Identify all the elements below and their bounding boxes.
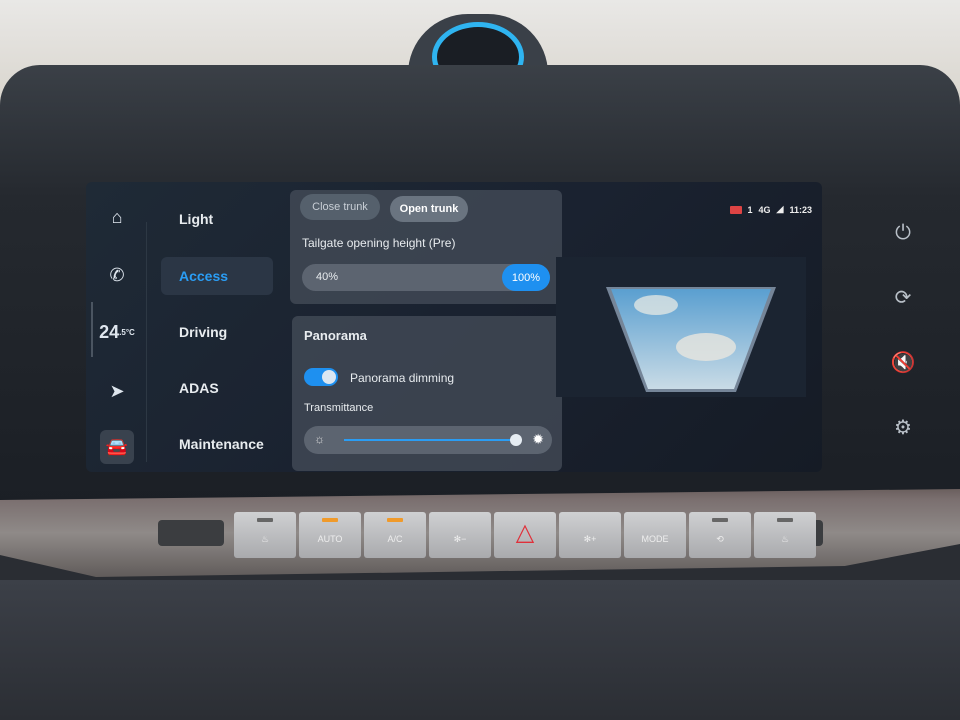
left-vent[interactable] [158,520,224,546]
navigation-icon[interactable]: ➤ [100,374,134,408]
divider [146,222,147,462]
menu-item-maintenance[interactable]: Maintenance [161,425,273,463]
temperature-decimal: .5 [119,327,126,337]
panoramic-roof-image [556,257,806,397]
mode-button[interactable]: MODE [624,512,686,558]
brightness-high-icon: ✹ [532,431,544,447]
slider-thumb[interactable] [510,434,522,446]
transmittance-slider[interactable]: ☼ ✹ [304,426,552,454]
signal-icon: ◢ [776,204,784,214]
gear-icon[interactable]: ⚙ [885,409,921,445]
menu-item-access[interactable]: Access [161,257,273,295]
temperature-value: 24 [99,321,120,342]
menu-item-driving[interactable]: Driving [161,313,273,351]
slider-fill [344,439,514,441]
open-trunk-button[interactable]: Open trunk [390,196,468,222]
close-trunk-button[interactable]: Close trunk [300,194,380,220]
clock: 11:23 [789,204,812,215]
fan-down-button[interactable]: ✻− [429,512,491,558]
brightness-low-icon: ☼ [314,432,325,446]
scroll-indicator [91,302,93,357]
phone-icon[interactable]: ✆ [100,258,134,292]
infotainment-screen: ⌂ ✆ 24.5 °C ➤ 🚘 Light Access Driving ADAS… [86,182,822,472]
mode-label: MODE [641,534,669,544]
car-icon[interactable]: 🚘 [100,430,134,464]
network-type: 4G [758,204,771,215]
tailgate-height-label: Tailgate opening height (Pre) [302,236,456,250]
tailgate-height-slider[interactable]: 40% 100% [302,264,550,291]
notification-count: 1 [747,204,753,215]
panorama-dimming-label: Panorama dimming [350,371,455,385]
refresh-icon[interactable]: ⟳ [885,279,921,315]
temperature-unit: °C [125,327,135,337]
home-icon[interactable]: ⌂ [100,200,134,234]
transmittance-label: Transmittance [304,402,374,414]
lower-dashboard [0,580,960,720]
dashcam-icon [729,205,742,214]
nav-rail: ⌂ ✆ 24.5 °C ➤ 🚘 [86,182,146,472]
rear-defrost-button[interactable]: ♨ [754,512,816,558]
trunk-card: Close trunk Open trunk Tailgate opening … [290,190,562,304]
slider-thumb-value[interactable]: 100% [502,264,550,291]
fan-up-button[interactable]: ✻+ [559,512,621,558]
hazard-button[interactable]: △ [494,512,556,558]
front-defrost-button[interactable]: ♨ [234,512,296,558]
menu-item-adas[interactable]: ADAS [161,369,273,407]
climate-button[interactable]: 24.5 °C [99,315,135,349]
menu-item-light[interactable]: Light [161,200,273,238]
auto-button[interactable]: AUTO [299,512,361,558]
climate-hardware-buttons: ♨ AUTO A/C ✻− △ ✻+ MODE ⟲ ♨ [234,512,816,558]
auto-label: AUTO [317,534,343,544]
ac-label: A/C [387,534,403,544]
panorama-dimming-toggle[interactable] [304,368,338,386]
panorama-title: Panorama [304,328,367,343]
min-height-label: 40% [316,271,339,283]
recirculation-button[interactable]: ⟲ [689,512,751,558]
mute-icon[interactable]: 🔇 [885,344,921,380]
status-bar: 1 4G ◢ 11:23 [729,204,812,215]
panorama-card: Panorama Panorama dimming Transmittance … [292,316,562,471]
power-icon[interactable]: ⏻ [885,215,921,251]
ac-button[interactable]: A/C [364,512,426,558]
